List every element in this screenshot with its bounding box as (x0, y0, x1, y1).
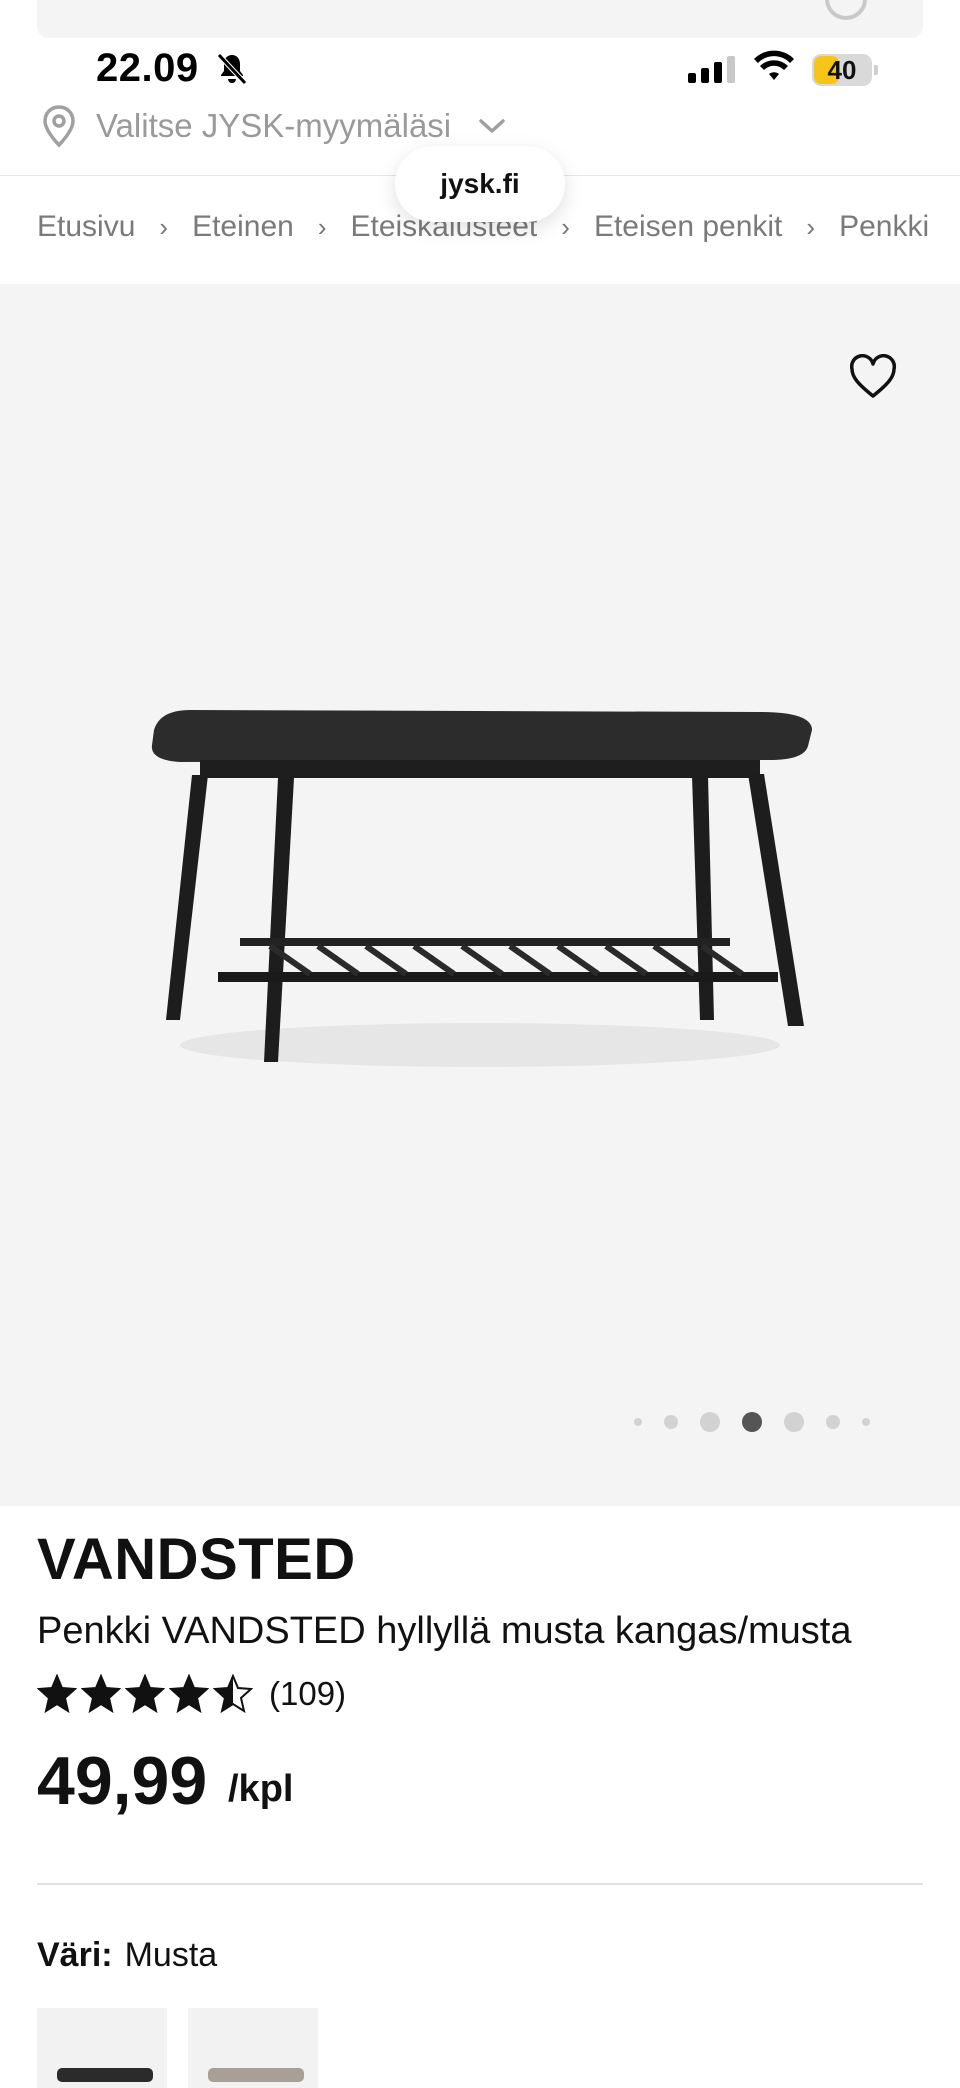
status-time: 22.09 (96, 46, 199, 90)
breadcrumb-item-eteinen[interactable]: Eteinen (192, 210, 294, 244)
gallery-dot[interactable] (664, 1415, 678, 1429)
rating-count: (109) (269, 1675, 347, 1712)
price-unit: /kpl (228, 1768, 294, 1810)
star-icon (213, 1674, 253, 1714)
star-icon (125, 1674, 165, 1714)
color-swatch-natural[interactable] (188, 2008, 318, 2088)
color-value: Musta (124, 1936, 218, 1974)
gallery-dot[interactable] (862, 1418, 870, 1426)
color-swatch-black[interactable] (37, 2008, 167, 2088)
browser-url-pill[interactable]: jysk.fi (395, 146, 565, 222)
cellular-signal-icon (688, 56, 735, 83)
star-icon (37, 1674, 77, 1714)
product-rating[interactable]: (109) (37, 1674, 346, 1714)
star-icon (81, 1674, 121, 1714)
battery-icon: 40 (812, 54, 878, 86)
product-title: Penkki VANDSTED hyllyllä musta kangas/mu… (37, 1610, 852, 1652)
heart-icon[interactable] (848, 354, 898, 400)
breadcrumb-separator: › (806, 211, 816, 242)
color-label: Väri: (37, 1936, 113, 1974)
gallery-dot[interactable] (634, 1418, 642, 1426)
gallery-dot[interactable] (826, 1415, 840, 1429)
gallery-pagination (634, 1412, 870, 1432)
product-price: 49,99 (37, 1743, 208, 1819)
location-pin-icon (43, 105, 75, 148)
search-icon[interactable] (825, 0, 867, 20)
product-brand: VANDSTED (37, 1527, 356, 1592)
breadcrumb-separator: › (159, 211, 169, 242)
breadcrumb-item-penkki[interactable]: Penkki (839, 210, 929, 244)
gallery-dot[interactable] (784, 1412, 804, 1432)
star-icon (169, 1674, 209, 1714)
wifi-icon (754, 50, 794, 80)
breadcrumb-item-eteisen-penkit[interactable]: Eteisen penkit (594, 210, 782, 244)
bell-muted-icon (217, 53, 247, 85)
battery-level: 40 (827, 55, 857, 85)
store-selector[interactable]: Valitse JYSK-myymäläsi (40, 104, 507, 148)
rating-stars (37, 1674, 253, 1714)
gallery-dot[interactable] (742, 1412, 762, 1432)
section-divider (37, 1883, 923, 1885)
store-selector-label: Valitse JYSK-myymäläsi (96, 107, 452, 144)
color-selector-label: Väri: Musta (37, 1936, 217, 1975)
product-image (151, 710, 812, 1067)
breadcrumb-item-etusivu[interactable]: Etusivu (37, 210, 135, 244)
gallery-dot[interactable] (700, 1412, 720, 1432)
search-bar[interactable] (37, 0, 923, 38)
chevron-down-icon (479, 119, 505, 133)
breadcrumb-separator: › (561, 211, 570, 242)
breadcrumb-separator: › (317, 211, 327, 242)
